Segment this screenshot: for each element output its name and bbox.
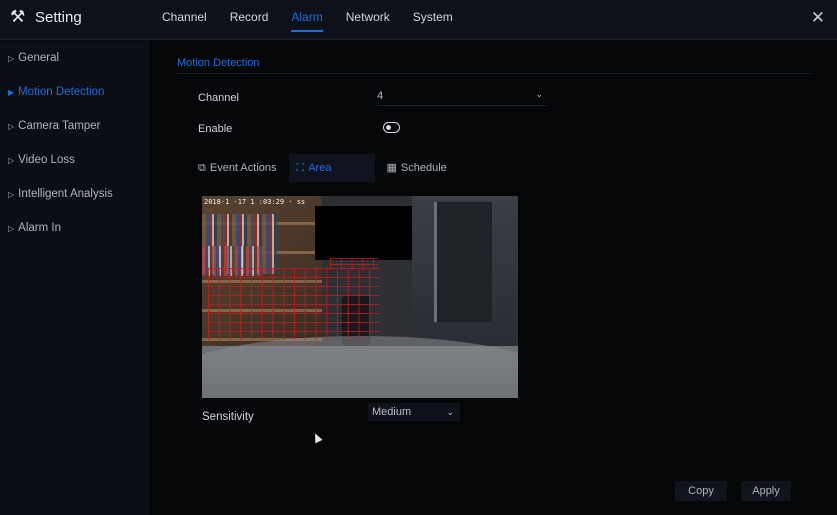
tab-system[interactable]: System bbox=[413, 0, 453, 40]
tools-icon: ⚒ bbox=[10, 7, 26, 26]
apply-button[interactable]: Apply bbox=[741, 481, 791, 501]
tab-label: Event Actions bbox=[209, 162, 277, 174]
channel-label: Channel bbox=[198, 92, 239, 104]
tab-schedule[interactable]: ▦ Schedule bbox=[379, 154, 455, 182]
tab-area[interactable]: ⛶ Area bbox=[288, 154, 375, 182]
sidebar-item-label: Intelligent Analysis bbox=[18, 188, 113, 200]
triangle-outline-icon: ▷ bbox=[8, 122, 15, 131]
triangle-outline-icon: ▷ bbox=[8, 224, 15, 233]
privacy-mask bbox=[315, 206, 412, 260]
subtabs: ⧉ Event Actions ⛶ Area ▦ Schedule bbox=[190, 154, 459, 182]
triangle-outline-icon: ▷ bbox=[8, 156, 15, 165]
sidebar-item-label: General bbox=[18, 52, 60, 64]
enable-toggle[interactable] bbox=[383, 122, 400, 133]
toggle-knob bbox=[386, 124, 391, 130]
app-title: Setting bbox=[35, 8, 82, 26]
tab-label: Schedule bbox=[400, 162, 447, 174]
main-nav: Channel Record Alarm Network System bbox=[162, 0, 476, 40]
app-brand: ⚒ Setting bbox=[10, 8, 82, 26]
close-icon[interactable]: ✕ bbox=[811, 8, 825, 28]
sidebar-item-label: Camera Tamper bbox=[18, 120, 101, 132]
tab-record[interactable]: Record bbox=[230, 0, 269, 40]
event-actions-icon: ⧉ bbox=[198, 162, 206, 174]
sidebar-item-camera-tamper[interactable]: ▷ Camera Tamper bbox=[0, 109, 150, 143]
sidebar-item-general[interactable]: ▷ General bbox=[0, 41, 150, 75]
sensitivity-select[interactable]: Medium ⌄ bbox=[368, 403, 460, 421]
channel-select[interactable]: 4 ⌄ bbox=[377, 89, 547, 106]
sidebar-item-motion-detection[interactable]: ▶ Motion Detection bbox=[0, 75, 150, 109]
tab-event-actions[interactable]: ⧉ Event Actions bbox=[190, 154, 285, 182]
osd-timestamp: 2018-1 -17 1 :03:29 · ss bbox=[204, 198, 306, 206]
top-bar: ⚒ Setting Channel Record Alarm Network S… bbox=[0, 0, 837, 40]
motion-detection-grid[interactable] bbox=[330, 258, 378, 270]
enable-label: Enable bbox=[198, 123, 233, 135]
copy-button[interactable]: Copy bbox=[675, 481, 727, 501]
mouse-pointer-icon bbox=[311, 431, 323, 444]
sensitivity-label: Sensitivity bbox=[202, 411, 254, 423]
tab-channel[interactable]: Channel bbox=[162, 0, 207, 40]
main-panel: Motion Detection Channel 4 ⌄ Enable ⧉ Ev… bbox=[150, 41, 837, 515]
motion-detection-grid[interactable] bbox=[208, 268, 380, 340]
channel-value: 4 bbox=[377, 90, 384, 102]
divider bbox=[177, 73, 811, 74]
sidebar-item-label: Alarm In bbox=[18, 222, 61, 234]
area-select-icon: ⛶ bbox=[296, 162, 305, 174]
triangle-outline-icon: ▷ bbox=[8, 54, 15, 63]
triangle-filled-icon: ▶ bbox=[8, 88, 15, 97]
section-tab-motion-detection[interactable]: Motion Detection bbox=[177, 57, 260, 74]
sidebar-item-label: Motion Detection bbox=[18, 86, 105, 98]
sidebar-item-label: Video Loss bbox=[18, 154, 75, 166]
tab-network[interactable]: Network bbox=[346, 0, 390, 40]
tab-label: Area bbox=[308, 162, 332, 174]
sidebar: ▷ General ▶ Motion Detection ▷ Camera Tampe… bbox=[0, 41, 150, 515]
sidebar-item-alarm-in[interactable]: ▷ Alarm In bbox=[0, 211, 150, 245]
calendar-icon: ▦ bbox=[386, 162, 397, 174]
sidebar-item-intelligent-analysis[interactable]: ▷ Intelligent Analysis bbox=[0, 177, 150, 211]
triangle-outline-icon: ▷ bbox=[8, 190, 15, 199]
chevron-down-icon: ⌄ bbox=[535, 89, 543, 99]
sidebar-item-video-loss[interactable]: ▷ Video Loss bbox=[0, 143, 150, 177]
chevron-down-icon: ⌄ bbox=[446, 407, 454, 417]
camera-preview-area[interactable]: 2018-1 -17 1 :03:29 · ss bbox=[202, 196, 518, 398]
sensitivity-value: Medium bbox=[372, 406, 412, 418]
tab-alarm[interactable]: Alarm bbox=[291, 0, 324, 40]
